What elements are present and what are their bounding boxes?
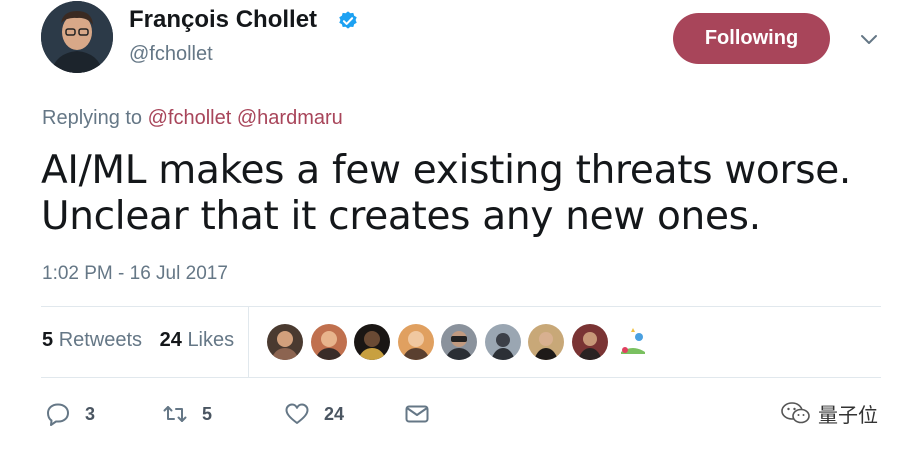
heart-icon — [285, 403, 309, 424]
liker-avatar[interactable] — [441, 324, 477, 360]
verified-badge-icon — [339, 11, 357, 29]
liker-avatar[interactable] — [397, 324, 434, 360]
liker-avatar[interactable] — [528, 324, 564, 360]
watermark: 量子位 — [780, 398, 878, 428]
following-button[interactable]: Following — [673, 13, 830, 64]
likes-label: Likes — [187, 329, 235, 351]
like-count: 24 — [324, 403, 345, 424]
liker-avatar[interactable] — [267, 324, 303, 360]
divider-bottom — [41, 377, 881, 378]
liker-avatar[interactable] — [615, 324, 651, 360]
tweet-line: AI/ML makes a few existing threats worse… — [41, 148, 852, 193]
direct-message-action[interactable] — [404, 400, 430, 428]
liker-avatar[interactable] — [484, 324, 521, 360]
retweet-action[interactable]: 5 — [162, 400, 212, 428]
tweet-text: AI/ML makes a few existing threats worse… — [41, 148, 881, 240]
replying-to-label: Replying to — [42, 107, 143, 129]
like-action[interactable]: 24 — [284, 400, 344, 428]
replying-to: Replying to @fchollet @hardmaru — [42, 107, 343, 130]
retweets-count: 5 — [42, 329, 54, 351]
engagement-stats: 5 Retweets 24 Likes — [42, 329, 234, 352]
mention-fchollet[interactable]: @fchollet — [148, 107, 232, 129]
liker-avatar[interactable] — [571, 324, 608, 360]
author-avatar[interactable] — [41, 1, 113, 73]
reply-action[interactable]: 3 — [45, 400, 95, 428]
likes-stat[interactable]: 24 Likes — [160, 329, 235, 351]
retweet-count: 5 — [202, 403, 213, 424]
author-name[interactable]: François Chollet — [129, 6, 317, 34]
liker-avatar[interactable] — [354, 324, 390, 360]
tweet-timestamp[interactable]: 1:02 PM - 16 Jul 2017 — [42, 263, 228, 285]
divider-top — [41, 306, 881, 307]
retweets-label: Retweets — [58, 329, 143, 351]
tweet-line: Unclear that it creates any new ones. — [41, 194, 761, 239]
mention-hardmaru[interactable]: @hardmaru — [237, 107, 343, 129]
reply-count: 3 — [85, 403, 96, 424]
author-avatar-image — [41, 1, 113, 73]
author-handle[interactable]: @fchollet — [129, 43, 213, 66]
retweets-stat[interactable]: 5 Retweets — [42, 329, 142, 351]
reply-icon — [47, 403, 69, 426]
chevron-down-icon[interactable] — [858, 28, 880, 50]
envelope-icon — [405, 405, 429, 423]
liker-avatar[interactable] — [310, 324, 347, 360]
stats-separator — [248, 307, 249, 377]
likes-count: 24 — [159, 329, 182, 351]
wechat-logo-icon — [781, 402, 810, 424]
retweet-icon — [163, 406, 187, 422]
likers-list — [267, 324, 659, 360]
watermark-text: 量子位 — [818, 402, 878, 427]
